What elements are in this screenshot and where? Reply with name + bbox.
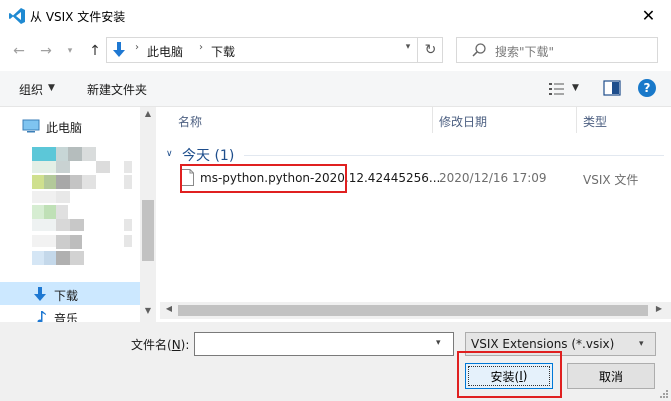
annotation-highlight-file: [180, 164, 347, 193]
file-type-selected: VSIX Extensions (*.vsix): [471, 337, 615, 351]
help-icon[interactable]: ?: [638, 79, 656, 97]
refresh-icon: ↻: [424, 42, 437, 58]
scrollbar-thumb[interactable]: [142, 200, 154, 261]
nav-item-this-pc[interactable]: 此电脑: [0, 116, 140, 136]
column-header-row: 名称 修改日期 类型: [160, 107, 671, 133]
vscode-icon: [9, 8, 25, 24]
download-folder-icon: [113, 42, 125, 57]
toolbar: 组织 ▼ 新建文件夹 ▼ ?: [0, 71, 671, 107]
group-collapse-icon[interactable]: ∨: [166, 149, 173, 159]
horizontal-scrollbar[interactable]: ◀ ▶: [160, 302, 671, 319]
refresh-button[interactable]: ↻: [417, 38, 443, 62]
column-divider[interactable]: [576, 107, 577, 133]
dialog-footer: 文件名(N): ▾ VSIX Extensions (*.vsix) ▾ 安装(…: [0, 322, 671, 401]
recent-locations-button[interactable]: ▾: [62, 40, 78, 62]
search-placeholder: 搜索"下载": [495, 45, 555, 59]
chevron-down-icon: ▾: [639, 339, 644, 349]
file-modified-date: 2020/12/16 17:09: [439, 171, 547, 185]
breadcrumb-downloads[interactable]: 下载: [211, 43, 235, 60]
file-list: 名称 修改日期 类型 ∨ 今天 (1) ms-python.python-202…: [160, 107, 671, 322]
scroll-left-icon[interactable]: ◀: [162, 304, 176, 317]
back-button[interactable]: ←: [8, 40, 30, 62]
scroll-right-icon[interactable]: ▶: [652, 304, 666, 317]
scroll-up-icon[interactable]: ▲: [140, 109, 156, 123]
navigation-bar: ← → ▾ ↑ › 此电脑 › 下载 ▾ ↻ 搜索"下载": [0, 31, 671, 71]
search-icon: [472, 43, 486, 57]
organize-button[interactable]: 组织: [19, 81, 43, 98]
filename-input[interactable]: [194, 332, 454, 356]
arrow-right-icon: →: [40, 43, 52, 59]
cancel-button[interactable]: 取消: [567, 363, 655, 389]
close-button[interactable]: ✕: [626, 0, 671, 31]
arrow-left-icon: ←: [13, 43, 25, 59]
computer-icon: [22, 119, 40, 133]
up-folder-button[interactable]: ↑: [84, 40, 106, 62]
forward-button[interactable]: →: [35, 40, 57, 62]
chevron-down-icon: ▾: [67, 46, 73, 56]
nav-item-downloads[interactable]: 下载: [0, 282, 140, 305]
nav-item-music[interactable]: 音乐: [0, 307, 140, 322]
title-bar: 从 VSIX 文件安装 ✕: [0, 0, 671, 31]
nav-pane-scrollbar[interactable]: ▲ ▼: [140, 107, 156, 322]
nav-item-label: 此电脑: [46, 121, 83, 135]
new-folder-button[interactable]: 新建文件夹: [87, 81, 147, 98]
music-note-icon: [37, 311, 46, 322]
window-title: 从 VSIX 文件安装: [30, 10, 126, 24]
column-header-name[interactable]: 名称: [178, 113, 202, 130]
caret-down-icon[interactable]: ▼: [48, 83, 55, 93]
column-divider[interactable]: [432, 107, 433, 133]
arrow-up-icon: ↑: [89, 43, 101, 59]
group-header-today[interactable]: 今天 (1): [182, 145, 234, 165]
breadcrumb-separator[interactable]: ›: [135, 42, 139, 53]
obscured-nav-content: [32, 147, 132, 275]
caret-down-icon[interactable]: ▼: [572, 83, 579, 93]
preview-pane-icon[interactable]: [603, 80, 621, 96]
breadcrumb-separator[interactable]: ›: [199, 42, 203, 53]
nav-item-label: 下载: [54, 289, 79, 303]
resize-grip-icon[interactable]: [657, 387, 669, 399]
address-bar[interactable]: › 此电脑 › 下载 ▾ ↻: [106, 37, 443, 63]
scrollbar-thumb[interactable]: [178, 305, 648, 316]
view-options-icon[interactable]: [548, 81, 566, 97]
scroll-down-icon[interactable]: ▼: [140, 306, 156, 320]
address-history-dropdown[interactable]: ▾: [400, 42, 416, 52]
search-box[interactable]: 搜索"下载": [456, 37, 658, 63]
file-type: VSIX 文件: [583, 173, 639, 187]
column-header-type[interactable]: 类型: [583, 113, 607, 130]
group-divider: [244, 155, 664, 156]
annotation-highlight-install: [457, 351, 562, 398]
filename-label: 文件名(N):: [131, 338, 190, 352]
download-icon: [34, 287, 46, 301]
column-header-date[interactable]: 修改日期: [439, 113, 487, 130]
chevron-down-icon[interactable]: ▾: [436, 338, 441, 348]
navigation-pane: 此电脑 下载 音乐 ▲ ▼: [0, 107, 156, 322]
nav-item-label: 音乐: [54, 312, 79, 322]
breadcrumb-this-pc[interactable]: 此电脑: [147, 43, 183, 60]
close-icon: ✕: [641, 6, 656, 25]
